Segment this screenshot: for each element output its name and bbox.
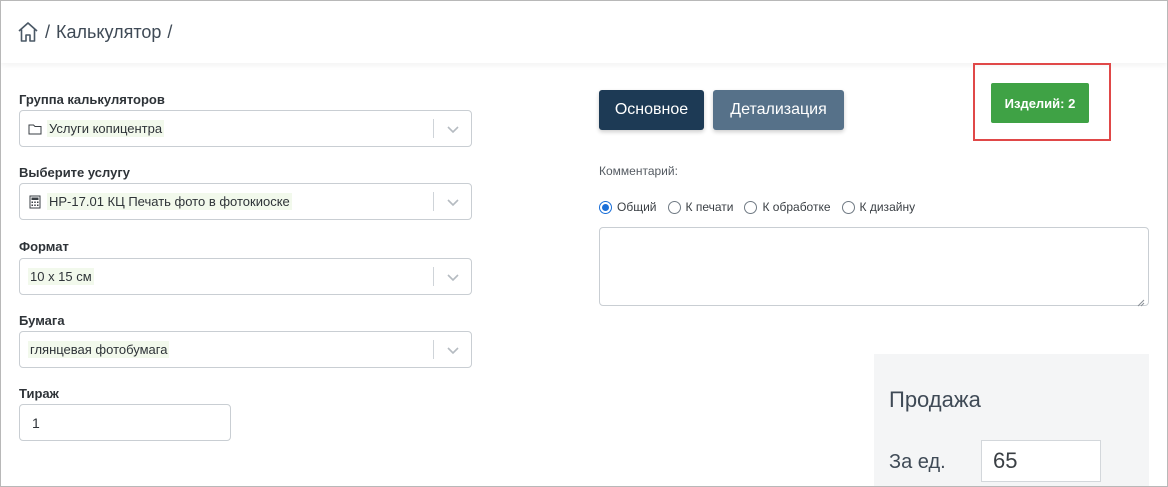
paper-label: Бумага [19,313,65,328]
radio-processing[interactable]: К обработке [744,200,831,214]
radio-general[interactable]: Общий [599,200,657,214]
items-count-button[interactable]: Изделий: 2 [991,83,1089,123]
sale-unit-label: За ед. [889,451,946,473]
comment-type-radio-group: Общий К печати К обработке К дизайну [599,200,926,214]
radio-processing-label: К обработке [762,200,831,214]
quantity-label: Тираж [19,386,59,401]
chevron-down-icon[interactable] [445,342,461,358]
comment-label: Комментарий: [599,164,678,178]
chevron-down-icon[interactable] [445,269,461,285]
tab-detail[interactable]: Детализация [713,90,844,130]
format-select-value: 10 x 15 см [28,268,94,285]
service-select[interactable]: HP-17.01 КЦ Печать фото в фотокиоске [19,183,472,220]
home-icon[interactable] [17,21,39,43]
breadcrumb-separator-trailing: / [167,21,173,42]
select-divider [433,119,434,138]
select-divider [433,192,434,211]
radio-print[interactable]: К печати [667,200,734,214]
service-select-value: HP-17.01 КЦ Печать фото в фотокиоске [47,193,292,210]
format-select[interactable]: 10 x 15 см [19,258,472,295]
chevron-down-icon[interactable] [445,121,461,137]
paper-select-value: глянцевая фотобумага [28,341,170,358]
radio-general-label: Общий [617,200,657,214]
radio-circle[interactable] [744,200,758,214]
calculator-page: / Калькулятор / Группа калькуляторов Усл… [0,0,1168,487]
group-select-value: Услуги копицентра [47,120,165,137]
calculator-icon [28,195,42,209]
radio-design-label: К дизайну [859,200,916,214]
page-header: / Калькулятор / [1,1,1167,63]
select-divider [433,340,434,359]
sale-unit-price-input[interactable]: 65 [981,440,1101,482]
tab-main[interactable]: Основное [599,90,704,130]
breadcrumb-separator: / [45,21,51,42]
radio-circle[interactable] [841,200,855,214]
radio-circle[interactable] [599,200,612,214]
comment-textarea[interactable] [599,227,1149,307]
radio-print-label: К печати [685,200,734,214]
radio-circle[interactable] [667,200,681,214]
resize-grip-icon[interactable] [1137,294,1145,307]
service-label: Выберите услугу [19,165,130,180]
radio-design[interactable]: К дизайну [841,200,916,214]
breadcrumb-current: Калькулятор [56,21,162,42]
folder-icon [28,122,42,136]
group-label: Группа калькуляторов [19,92,165,107]
format-label: Формат [19,239,69,254]
sale-title: Продажа [889,387,981,412]
sale-panel: Продажа За ед. 65 [874,354,1149,486]
chevron-down-icon[interactable] [445,194,461,210]
select-divider [433,267,434,286]
quantity-input[interactable]: 1 [19,404,231,441]
paper-select[interactable]: глянцевая фотобумага [19,331,472,368]
group-select[interactable]: Услуги копицентра [19,110,472,147]
